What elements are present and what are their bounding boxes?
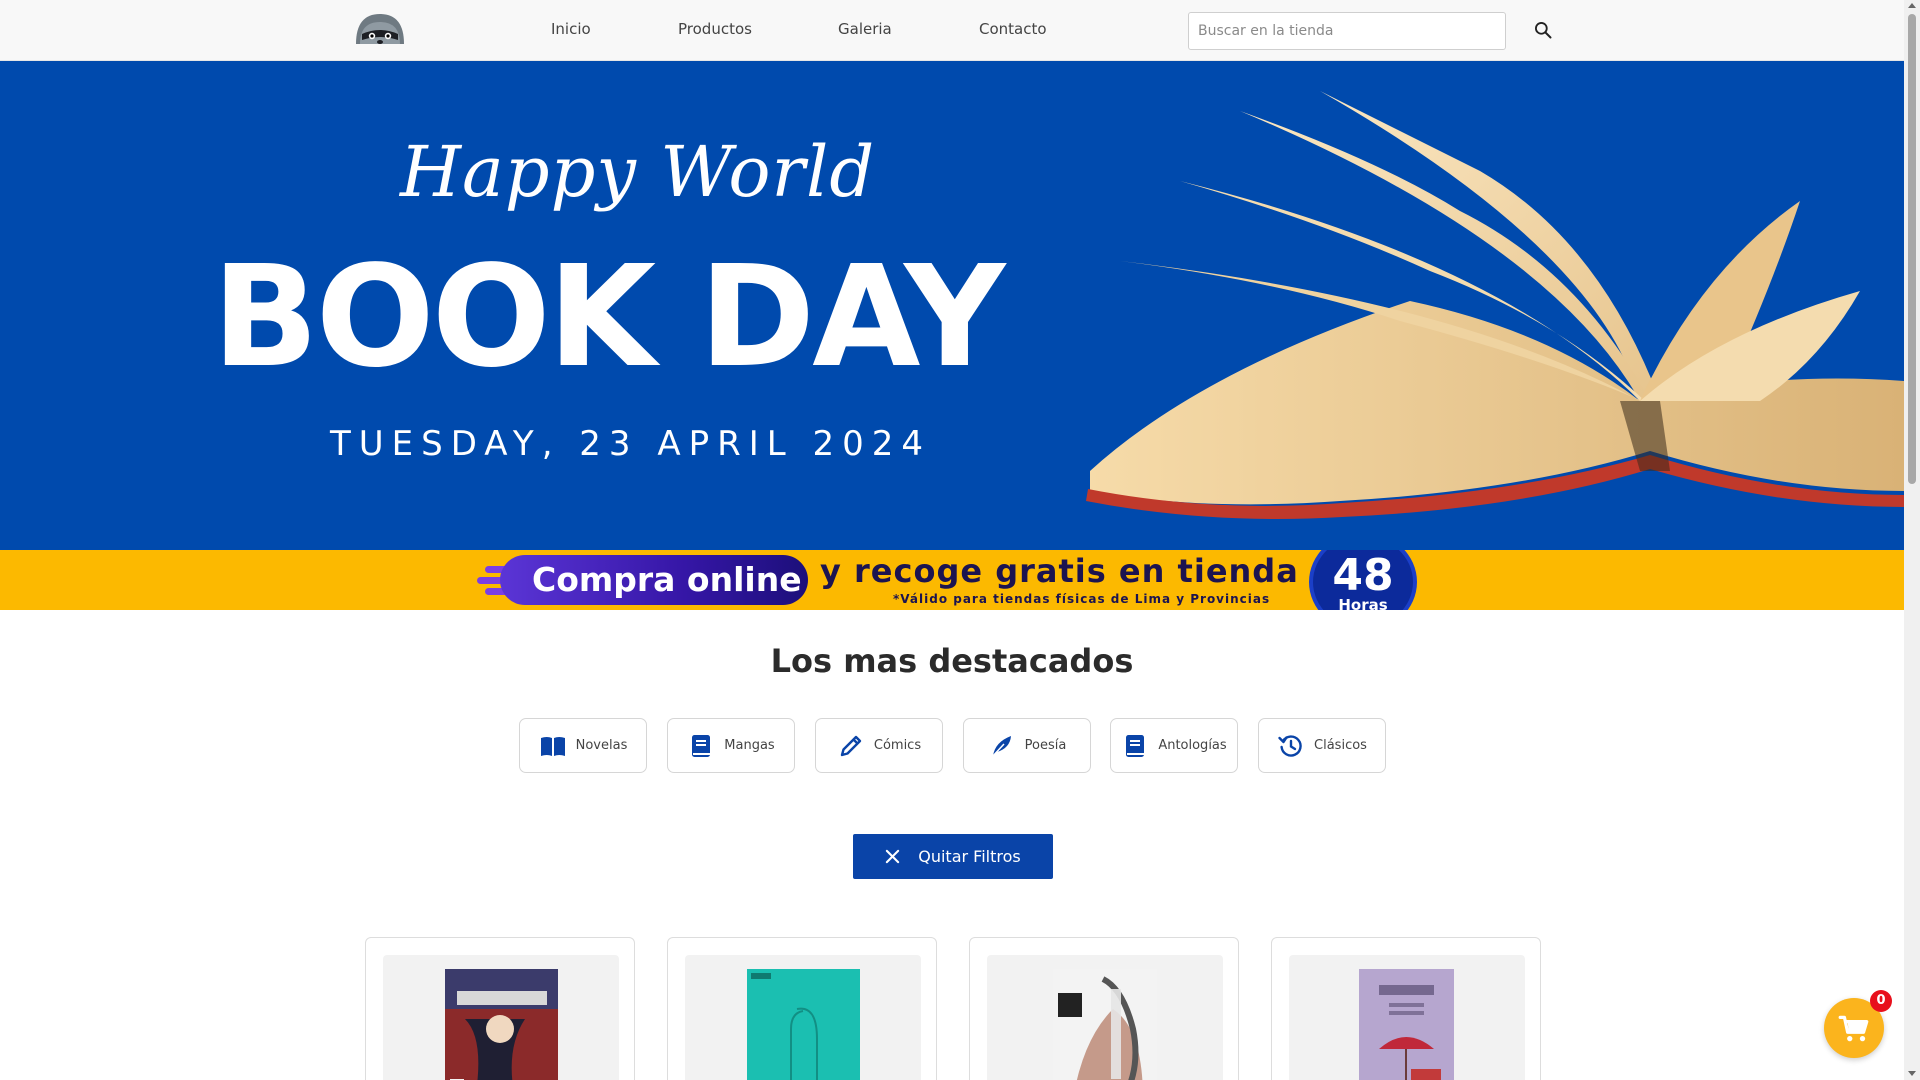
promo-badge-unit: Horas <box>1338 596 1388 610</box>
clear-filters-button[interactable]: Quitar Filtros <box>853 834 1053 879</box>
category-novelas[interactable]: Novelas <box>519 718 647 773</box>
product-image-area <box>987 955 1223 1080</box>
navbar: Inicio Productos Galeria Contacto <box>0 0 1904 61</box>
category-clasicos[interactable]: Clásicos <box>1258 718 1386 773</box>
category-poesia[interactable]: Poesía <box>963 718 1091 773</box>
hero-title: BOOK DAY <box>212 236 1006 399</box>
cart-count-badge: 0 <box>1870 990 1892 1012</box>
feather-icon <box>991 735 1011 758</box>
hero-date: TUESDAY, 23 APRIL 2024 <box>330 424 932 464</box>
book-icon <box>1126 734 1145 757</box>
clear-filters-label: Quitar Filtros <box>918 847 1021 866</box>
category-label: Clásicos <box>1314 738 1367 753</box>
search-icon <box>1535 21 1552 38</box>
product-cover-image <box>445 969 558 1080</box>
product-card[interactable] <box>969 937 1239 1080</box>
product-cover-image <box>1359 969 1454 1080</box>
book-icon <box>692 734 711 757</box>
pencil-icon <box>840 735 862 756</box>
product-image-area <box>685 955 921 1080</box>
category-label: Antologías <box>1158 738 1227 753</box>
product-card[interactable] <box>667 937 937 1080</box>
history-icon <box>1278 734 1302 757</box>
hero-script-text: Happy World <box>400 131 876 213</box>
nav-link-productos[interactable]: Productos <box>678 20 752 38</box>
product-image-area <box>1289 955 1525 1080</box>
open-book-image <box>1086 91 1904 519</box>
category-label: Poesía <box>1024 738 1067 753</box>
search-button[interactable] <box>1530 18 1556 44</box>
category-label: Cómics <box>873 738 922 753</box>
nav-link-galeria[interactable]: Galeria <box>838 20 892 38</box>
scroll-down-arrow-icon[interactable] <box>1908 1071 1916 1076</box>
product-card[interactable] <box>1271 937 1541 1080</box>
open-book-icon <box>540 736 565 756</box>
close-icon <box>886 849 900 864</box>
nav-link-contacto[interactable]: Contacto <box>979 20 1047 38</box>
scrollbar[interactable] <box>1904 0 1920 1080</box>
promo-pill: Compra online <box>500 555 808 605</box>
promo-banner[interactable]: Compra online y recoge gratis en tienda … <box>0 550 1904 610</box>
cart-icon <box>1838 1015 1869 1042</box>
promo-text: y recoge gratis en tienda en <box>820 552 1358 590</box>
product-cover-image <box>747 969 860 1080</box>
scroll-up-arrow-icon[interactable] <box>1908 3 1916 8</box>
category-label: Novelas <box>575 738 628 753</box>
promo-note: *Válido para tiendas físicas de Lima y P… <box>893 592 1271 606</box>
category-mangas[interactable]: Mangas <box>667 718 795 773</box>
search-input[interactable] <box>1188 12 1506 50</box>
hero-banner: Happy World BOOK DAY TUESDAY, 23 APRIL 2… <box>0 61 1904 550</box>
product-cover-image <box>1053 969 1157 1080</box>
category-label: Mangas <box>724 738 775 753</box>
category-antologias[interactable]: Antologías <box>1110 718 1238 773</box>
product-image-area <box>383 955 619 1080</box>
section-title: Los mas destacados <box>770 642 1134 680</box>
category-comics[interactable]: Cómics <box>815 718 943 773</box>
product-card[interactable] <box>365 937 635 1080</box>
raccoon-logo-icon[interactable] <box>354 10 406 46</box>
promo-badge-number: 48 <box>1332 550 1394 601</box>
nav-link-inicio[interactable]: Inicio <box>551 20 591 38</box>
scrollbar-thumb[interactable] <box>1908 14 1916 484</box>
promo-badge: 48 Horas <box>1309 550 1417 610</box>
